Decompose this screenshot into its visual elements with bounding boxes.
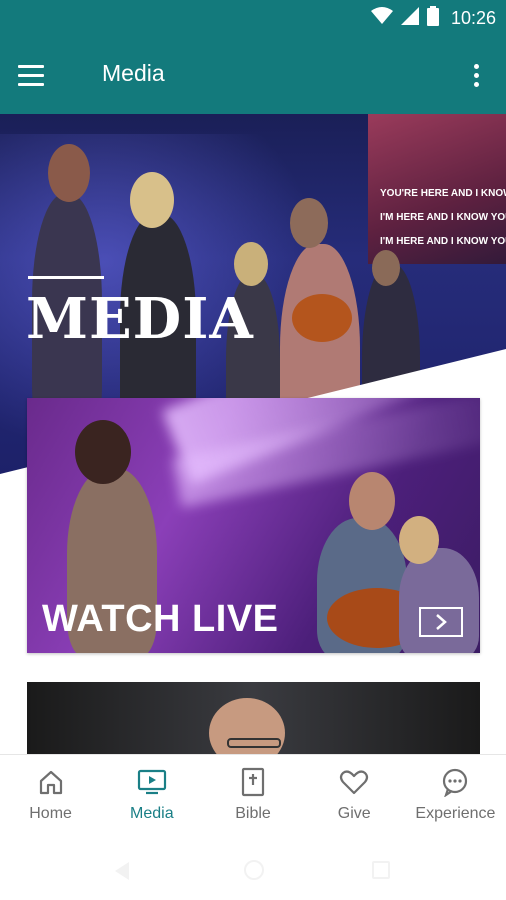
media-card[interactable] (27, 682, 480, 754)
nav-item-home[interactable]: Home (0, 755, 101, 834)
home-circle-icon[interactable] (244, 860, 264, 880)
chat-bubble-icon (440, 767, 470, 797)
speaker-glasses (227, 738, 281, 748)
hero-title-rule (28, 276, 104, 279)
singer-head (399, 516, 439, 564)
nav-item-media[interactable]: Media (101, 755, 202, 834)
nav-label: Media (130, 805, 174, 822)
nav-item-bible[interactable]: Bible (202, 755, 303, 834)
status-time: 10:26 (450, 7, 496, 28)
bible-icon (238, 767, 268, 797)
more-vert-icon[interactable] (464, 58, 488, 92)
nav-item-experience[interactable]: Experience (405, 755, 506, 834)
bottom-nav: Home Media Bible Give Experience (0, 754, 506, 834)
nav-label: Give (337, 805, 371, 822)
wifi-icon (370, 6, 393, 30)
system-nav-bar (0, 834, 506, 900)
hero-title: MEDIA (26, 286, 254, 352)
app-bar: Media (0, 36, 506, 114)
page-title: Media (102, 60, 165, 86)
home-icon (36, 767, 66, 797)
heart-icon (339, 767, 369, 797)
status-icons: 10:26 (370, 5, 496, 31)
nav-label: Home (29, 805, 72, 822)
screen: 10:26 Media YOU'RE HERE AND I KNOW YOU A… (0, 0, 506, 900)
battery-icon (426, 5, 439, 31)
hamburger-menu-icon[interactable] (18, 58, 58, 92)
singer-figure (399, 548, 479, 653)
nav-label: Experience (415, 805, 496, 822)
singer-head (349, 472, 395, 530)
singer-head (75, 420, 131, 484)
status-bar: 10:26 (0, 0, 506, 36)
back-icon[interactable] (115, 862, 129, 880)
watch-live-title: WATCH LIVE (42, 598, 279, 640)
watch-live-card[interactable]: WATCH LIVE (27, 398, 480, 653)
tv-play-icon (137, 767, 167, 797)
nav-item-give[interactable]: Give (304, 755, 405, 834)
chevron-right-icon[interactable] (419, 607, 463, 637)
recents-icon[interactable] (372, 861, 390, 879)
nav-label: Bible (235, 805, 271, 822)
signal-icon (400, 6, 419, 30)
